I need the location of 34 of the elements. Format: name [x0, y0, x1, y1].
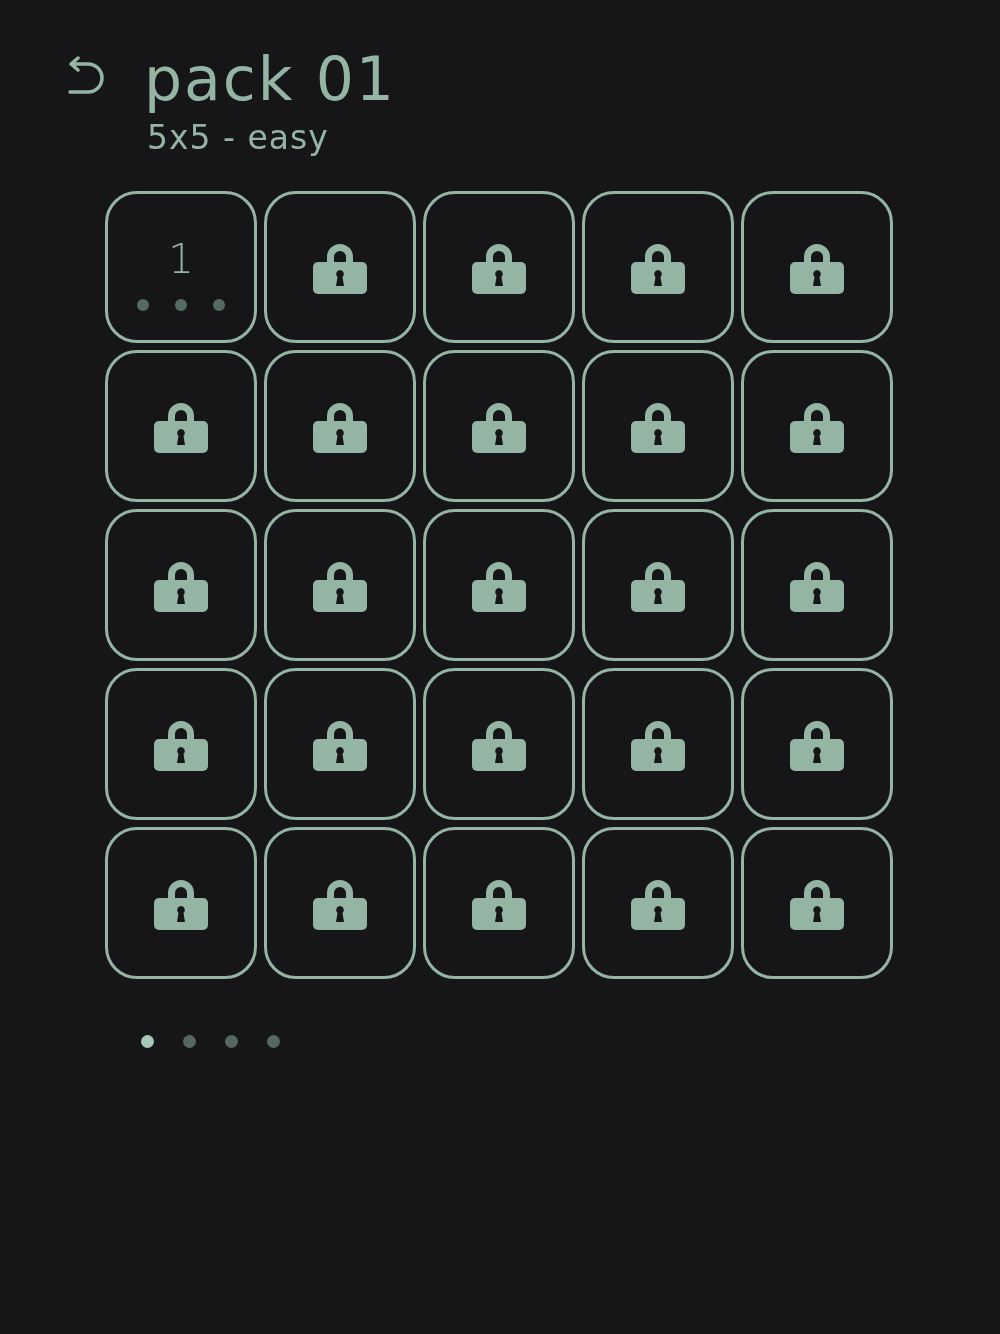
page-dot[interactable] [225, 1035, 238, 1048]
locked-level-tile[interactable] [264, 668, 416, 820]
locked-level-tile[interactable] [741, 827, 893, 979]
locked-level-tile[interactable] [264, 191, 416, 343]
page-dot[interactable] [141, 1035, 154, 1048]
locked-level-tile[interactable] [264, 509, 416, 661]
locked-level-tile[interactable] [264, 827, 416, 979]
locked-level-tile[interactable] [741, 191, 893, 343]
pack-subtitle: 5x5 - easy [147, 118, 330, 158]
locked-level-tile[interactable] [264, 350, 416, 502]
locked-level-tile[interactable] [105, 350, 257, 502]
locked-level-tile[interactable] [582, 509, 734, 661]
locked-level-tile[interactable] [423, 191, 575, 343]
pack-title: pack 01 [144, 44, 396, 114]
locked-level-tile[interactable] [423, 350, 575, 502]
locked-level-tile[interactable] [423, 509, 575, 661]
locked-level-tile[interactable] [582, 827, 734, 979]
page-dot[interactable] [267, 1035, 280, 1048]
locked-level-tile[interactable] [741, 350, 893, 502]
level-tile[interactable]: 1 [105, 191, 257, 343]
locked-level-tile[interactable] [423, 827, 575, 979]
locked-level-tile[interactable] [582, 350, 734, 502]
locked-level-tile[interactable] [105, 827, 257, 979]
locked-level-tile[interactable] [582, 668, 734, 820]
star-dot [137, 299, 149, 311]
locked-level-tile[interactable] [741, 509, 893, 661]
star-dot [213, 299, 225, 311]
locked-level-tile[interactable] [582, 191, 734, 343]
locked-level-tile[interactable] [105, 509, 257, 661]
locked-level-tile[interactable] [741, 668, 893, 820]
star-dot [175, 299, 187, 311]
locked-level-tile[interactable] [105, 668, 257, 820]
locked-level-tile[interactable] [423, 668, 575, 820]
page-dot[interactable] [183, 1035, 196, 1048]
